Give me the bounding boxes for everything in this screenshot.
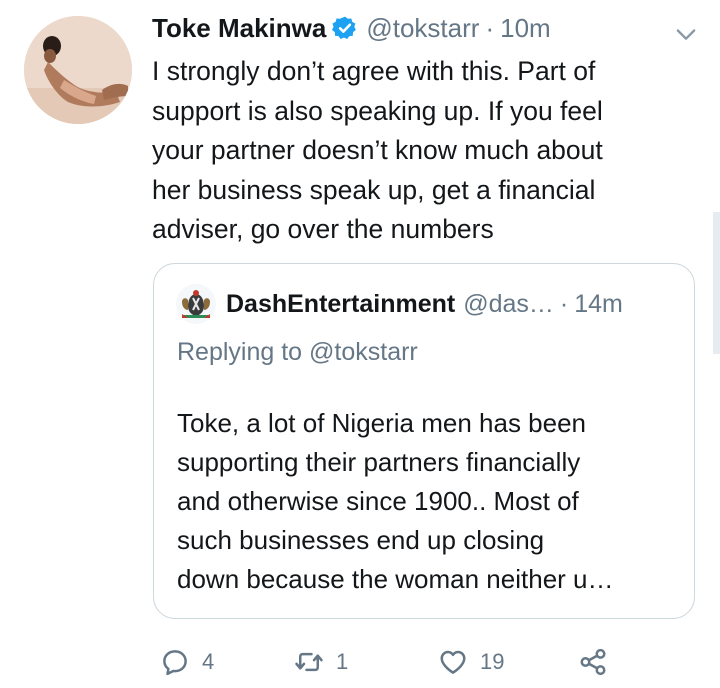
tweet-card[interactable]: Toke Makinwa @tokstarr · 10m I strongly … bbox=[0, 0, 720, 688]
reply-icon bbox=[160, 647, 190, 677]
quoted-text-line: Toke, a lot of Nigeria men has been bbox=[177, 408, 587, 438]
author-handle[interactable]: @tokstarr bbox=[366, 13, 479, 44]
quoted-text-line: and otherwise since 1900.. Most of bbox=[177, 486, 579, 516]
quoted-tweet-header: DashEntertainment @das… · 14m bbox=[176, 284, 623, 324]
share-icon bbox=[578, 647, 608, 677]
retweet-icon bbox=[294, 647, 324, 677]
profile-photo bbox=[24, 16, 132, 124]
author-name[interactable]: Toke Makinwa bbox=[152, 13, 326, 44]
quoted-text-line: supporting their partners financially bbox=[177, 447, 581, 477]
chevron-down-icon[interactable] bbox=[672, 20, 700, 48]
separator-dot: · bbox=[559, 289, 569, 318]
quoted-text-line: down because the woman neither u… bbox=[177, 564, 614, 594]
quoted-tweet[interactable]: DashEntertainment @das… · 14m Replying t… bbox=[153, 263, 695, 619]
quoted-timestamp[interactable]: 14m bbox=[574, 290, 623, 319]
tweet-text-line: your partner doesn’t know much about bbox=[152, 135, 603, 165]
author-avatar[interactable] bbox=[24, 16, 132, 124]
tweet-header: Toke Makinwa @tokstarr · 10m bbox=[152, 10, 551, 46]
quoted-tweet-text: Toke, a lot of Nigeria men has been supp… bbox=[177, 404, 677, 599]
reply-count: 4 bbox=[202, 649, 215, 674]
coat-of-arms-avatar[interactable] bbox=[176, 284, 216, 324]
like-count: 19 bbox=[480, 649, 505, 674]
replying-to: Replying to @tokstarr bbox=[177, 338, 418, 366]
retweet-count: 1 bbox=[336, 649, 349, 674]
tweet-text-line: I strongly don’t agree with this. Part o… bbox=[152, 56, 596, 86]
scroll-indicator bbox=[713, 212, 720, 354]
heart-icon bbox=[438, 647, 468, 677]
tweet-text-line: adviser, go over the numbers bbox=[152, 214, 494, 244]
separator-dot: · bbox=[485, 12, 495, 43]
verified-badge-icon bbox=[332, 15, 358, 41]
share-button[interactable] bbox=[578, 644, 608, 680]
quoted-author-handle[interactable]: @das… bbox=[463, 290, 554, 319]
action-bar: 4 1 19 bbox=[0, 640, 720, 684]
tweet-text-line: support is also speaking up. If you feel bbox=[152, 95, 603, 126]
tweet-text: I strongly don’t agree with this. Part o… bbox=[152, 52, 692, 250]
timestamp[interactable]: 10m bbox=[500, 13, 551, 44]
quoted-author-name[interactable]: DashEntertainment bbox=[226, 290, 455, 319]
retweet-button[interactable]: 1 bbox=[294, 644, 348, 680]
reply-button[interactable]: 4 bbox=[160, 644, 214, 680]
like-button[interactable]: 19 bbox=[438, 644, 504, 680]
tweet-text-line: her business speak up, get a financial bbox=[152, 174, 596, 205]
quoted-text-line: such businesses end up closing bbox=[177, 525, 545, 555]
